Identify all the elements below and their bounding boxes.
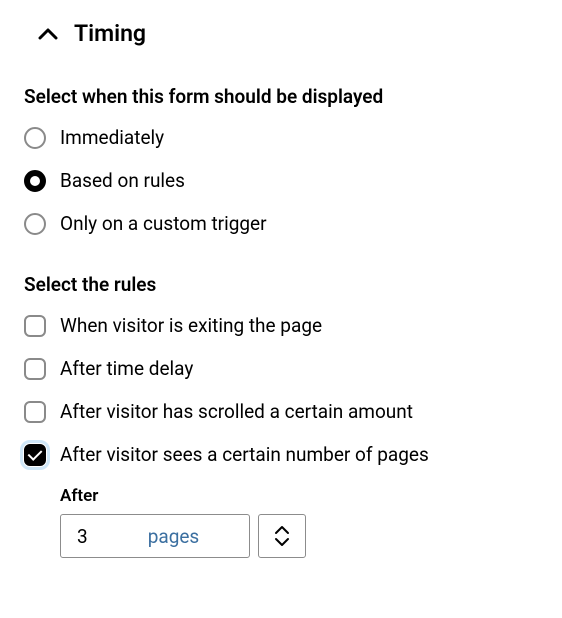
checkbox-icon	[24, 358, 46, 380]
rules-group-label: Select the rules	[24, 273, 538, 296]
pages-rule-block: After 3 pages	[60, 486, 538, 558]
checkbox-label: After visitor has scrolled a certain amo…	[60, 400, 413, 423]
section-title: Timing	[74, 20, 146, 47]
checkbox-option-pages[interactable]: After visitor sees a certain number of p…	[24, 443, 538, 466]
checkbox-label: After time delay	[60, 357, 193, 380]
pages-value: 3	[77, 525, 88, 548]
pages-input[interactable]: 3 pages	[60, 514, 250, 558]
chevron-up-icon	[274, 525, 290, 535]
radio-label: Only on a custom trigger	[60, 212, 267, 235]
radio-option-immediately[interactable]: Immediately	[24, 126, 538, 149]
radio-icon	[24, 127, 46, 149]
checkbox-option-scrolled[interactable]: After visitor has scrolled a certain amo…	[24, 400, 538, 423]
pages-stepper: 3 pages	[60, 514, 538, 558]
checkbox-icon	[24, 401, 46, 423]
chevron-up-icon	[38, 27, 58, 41]
checkbox-icon	[24, 444, 46, 466]
radio-icon	[24, 170, 46, 192]
pages-rule-label: After	[60, 486, 538, 506]
checkbox-option-time-delay[interactable]: After time delay	[24, 357, 538, 380]
display-group-label: Select when this form should be displaye…	[24, 85, 538, 108]
checkbox-label: After visitor sees a certain number of p…	[60, 443, 429, 466]
chevron-down-icon	[274, 537, 290, 547]
radio-option-custom-trigger[interactable]: Only on a custom trigger	[24, 212, 538, 235]
stepper-buttons[interactable]	[258, 514, 306, 558]
radio-label: Immediately	[60, 126, 164, 149]
section-header[interactable]: Timing	[24, 20, 538, 47]
checkbox-icon	[24, 315, 46, 337]
radio-option-based-on-rules[interactable]: Based on rules	[24, 169, 538, 192]
pages-unit: pages	[148, 525, 200, 548]
checkbox-label: When visitor is exiting the page	[60, 314, 322, 337]
radio-icon	[24, 213, 46, 235]
checkbox-option-exiting[interactable]: When visitor is exiting the page	[24, 314, 538, 337]
radio-label: Based on rules	[60, 169, 185, 192]
